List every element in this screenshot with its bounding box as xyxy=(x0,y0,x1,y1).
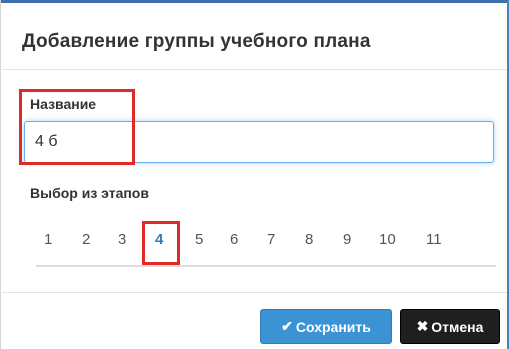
checkmark-icon: ✔ xyxy=(281,318,293,334)
stage-tab-1[interactable]: 1 xyxy=(44,231,52,248)
dialog-title: Добавление группы учебного плана xyxy=(22,31,371,52)
stages-label: Выбор из этапов xyxy=(30,185,149,201)
footer-divider xyxy=(0,292,507,293)
dialog-header: Добавление группы учебного плана xyxy=(0,3,507,70)
cancel-button-label: Отмена xyxy=(431,318,484,335)
cancel-button[interactable]: ✖ Отмена xyxy=(400,309,500,344)
stage-tab-7[interactable]: 7 xyxy=(267,231,275,248)
stage-tab-8[interactable]: 8 xyxy=(305,231,313,248)
x-icon: ✖ xyxy=(416,318,429,334)
save-button[interactable]: ✔ Сохранить xyxy=(260,309,392,344)
stage-tab-11[interactable]: 11 xyxy=(426,231,442,248)
stage-tab-10[interactable]: 10 xyxy=(379,231,396,248)
stage-tab-6[interactable]: 6 xyxy=(230,231,238,248)
stage-tabs: 1 2 3 4 5 6 7 8 9 10 11 xyxy=(36,225,496,267)
stage-tab-5[interactable]: 5 xyxy=(195,231,203,248)
stage-tab-2[interactable]: 2 xyxy=(82,231,90,248)
name-label: Название xyxy=(30,96,97,112)
save-button-label: Сохранить xyxy=(295,318,371,335)
stage-tab-3[interactable]: 3 xyxy=(118,231,126,248)
name-input[interactable] xyxy=(24,121,494,163)
stage-tab-4[interactable]: 4 xyxy=(155,231,163,248)
stage-tab-9[interactable]: 9 xyxy=(343,231,351,248)
